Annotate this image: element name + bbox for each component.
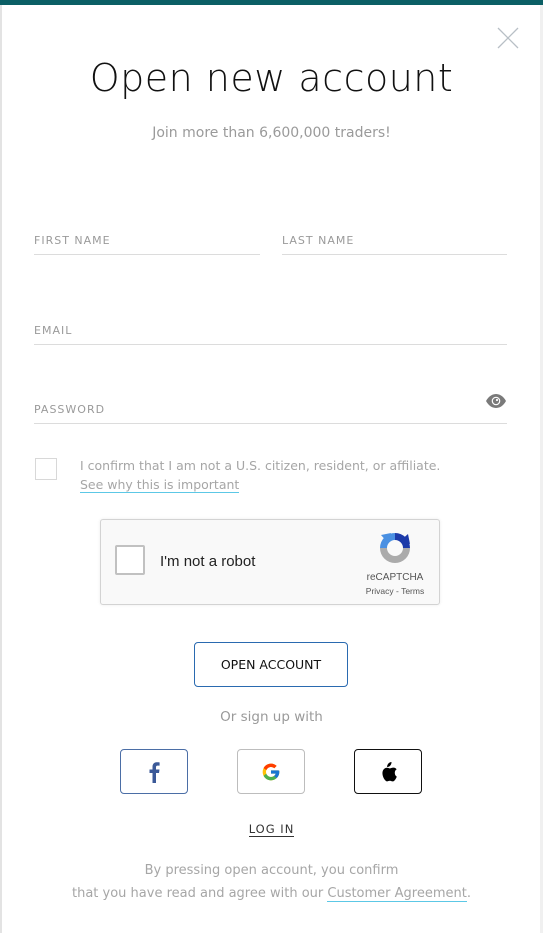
page-title: Open new account [89, 56, 454, 100]
last-name-input[interactable] [282, 227, 507, 254]
apple-signup-button[interactable] [354, 749, 422, 794]
see-why-link[interactable]: See why this is important [80, 477, 240, 493]
or-sign-up-label: Or sign up with [220, 709, 323, 725]
legal-text-line-1: By pressing open account, you confirm [144, 863, 399, 878]
eye-icon [486, 394, 506, 408]
open-account-button[interactable]: OPEN ACCOUNT [194, 642, 348, 687]
apple-icon [382, 761, 397, 781]
top-accent-bar [0, 0, 543, 5]
us-citizen-checkbox[interactable] [35, 458, 57, 480]
email-input[interactable] [34, 317, 507, 344]
password-input[interactable] [34, 396, 507, 423]
legal-text-line-2: that you have read and agree with our Cu… [0, 886, 543, 902]
first-name-field [34, 227, 260, 255]
recaptcha-privacy-link[interactable]: Privacy [366, 586, 394, 596]
close-button[interactable] [496, 26, 520, 50]
left-border [0, 5, 2, 933]
close-icon [497, 27, 519, 49]
password-field [34, 393, 507, 424]
recaptcha-terms-link[interactable]: Terms [401, 586, 424, 596]
email-field [34, 317, 507, 345]
recaptcha-logo-icon [380, 533, 410, 563]
google-icon [262, 763, 280, 780]
google-signup-button[interactable] [237, 749, 305, 794]
subtitle: Join more than 6,600,000 traders! [152, 125, 391, 141]
recaptcha-separator: - [393, 586, 402, 596]
login-link[interactable]: LOG IN [248, 822, 295, 837]
customer-agreement-link[interactable]: Customer Agreement [327, 886, 467, 902]
recaptcha-label: I'm not a robot [160, 553, 256, 570]
recaptcha-checkbox[interactable] [115, 545, 145, 575]
login-wrapper: LOG IN [0, 820, 543, 838]
facebook-signup-button[interactable] [120, 749, 188, 794]
legal-text-prefix: that you have read and agree with our [72, 886, 328, 901]
recaptcha-links: Privacy - Terms [353, 586, 437, 596]
first-name-input[interactable] [34, 227, 260, 254]
legal-text-suffix: . [466, 886, 471, 901]
us-citizen-confirm-text: I confirm that I am not a U.S. citizen, … [80, 458, 441, 473]
show-password-toggle[interactable] [485, 393, 507, 409]
facebook-icon [149, 761, 160, 783]
recaptcha-widget: I'm not a robot reCAPTCHA Privacy - Term… [100, 519, 440, 605]
last-name-field [282, 227, 507, 255]
recaptcha-brand: reCAPTCHA [366, 572, 424, 583]
